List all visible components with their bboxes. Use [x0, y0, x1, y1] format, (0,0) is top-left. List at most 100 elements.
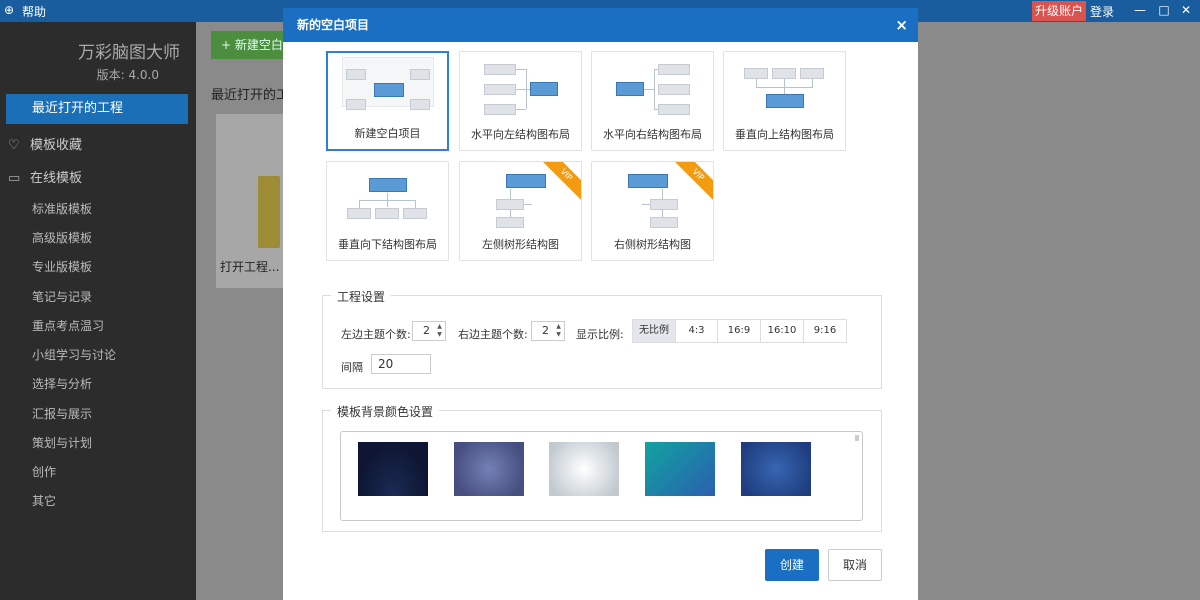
preview-line — [756, 87, 813, 88]
right-topics-value: 2 — [542, 324, 549, 337]
preview-line — [415, 200, 416, 208]
ratio-option-none[interactable]: 无比例 — [632, 319, 676, 343]
background-swatch-royal-blue[interactable] — [741, 442, 811, 496]
stepper-arrows-icon[interactable]: ▲ ▼ — [435, 323, 444, 339]
preview-node — [658, 64, 690, 75]
template-label: 左侧树形结构图 — [482, 238, 559, 251]
preview-node — [506, 174, 546, 188]
preview-node — [347, 208, 371, 219]
preview-node — [484, 104, 516, 115]
right-topics-label: 右边主题个数: — [458, 328, 528, 341]
preview-line — [812, 79, 813, 87]
sidebar-subitem[interactable]: 重点考点温习 — [32, 317, 104, 334]
new-blank-button[interactable]: + 新建空白 — [211, 31, 291, 59]
preview-node — [496, 217, 524, 228]
sidebar-subitem[interactable]: 策划与计划 — [32, 434, 92, 451]
scrollbar-thumb[interactable] — [855, 435, 859, 441]
left-topics-value: 2 — [423, 324, 430, 337]
folder-icon: ▭ — [8, 171, 21, 186]
template-vertical-down[interactable]: 垂直向下结构图布局 — [326, 161, 449, 261]
preview-node — [744, 68, 768, 79]
sidebar-subitem[interactable]: 高级版模板 — [32, 229, 92, 246]
background-swatch-light-gray[interactable] — [549, 442, 619, 496]
ratio-label: 显示比例: — [576, 328, 624, 341]
preview-node — [369, 178, 407, 192]
sidebar-subitem[interactable]: 其它 — [32, 492, 56, 509]
ratio-option-4-3[interactable]: 4:3 — [675, 319, 718, 343]
template-left-tree[interactable]: VIP 左侧树形结构图 — [459, 161, 582, 261]
template-right-tree[interactable]: VIP 右侧树形结构图 — [591, 161, 714, 261]
template-vertical-up[interactable]: 垂直向上结构图布局 — [723, 51, 846, 151]
app-version: 版本: 4.0.0 — [96, 68, 159, 82]
sidebar-item-online-templates[interactable]: ▭ 在线模板 — [8, 167, 82, 186]
preview-node — [650, 217, 678, 228]
heart-box-icon: ♡ — [8, 138, 20, 153]
background-swatch-purple-blue[interactable] — [454, 442, 524, 496]
sidebar-subitem[interactable]: 笔记与记录 — [32, 288, 92, 305]
left-topics-label: 左边主题个数: — [341, 328, 411, 341]
dialog-header: 新的空白项目 × — [283, 8, 918, 42]
pin-icon[interactable]: ⊕ — [4, 3, 14, 17]
sidebar-subitem[interactable]: 标准版模板 — [32, 200, 92, 217]
sidebar-subitem[interactable]: 选择与分析 — [32, 375, 92, 392]
preview-line — [756, 79, 757, 87]
preview-line — [642, 204, 650, 205]
preview-node — [346, 69, 366, 80]
background-swatch-teal-blue[interactable] — [645, 442, 715, 496]
sidebar-item-favorites[interactable]: ♡ 模板收藏 — [8, 134, 82, 153]
sidebar-subitem[interactable]: 专业版模板 — [32, 258, 92, 275]
create-button[interactable]: 创建 — [765, 549, 819, 581]
preview-node — [628, 174, 668, 188]
background-swatch-dark-navy[interactable] — [358, 442, 428, 496]
close-icon[interactable]: × — [895, 8, 908, 42]
preview-node — [658, 84, 690, 95]
preview-node — [658, 104, 690, 115]
open-project-card[interactable]: 打开工程... — [216, 114, 286, 288]
login-link[interactable]: 登录 — [1090, 3, 1114, 20]
help-menu[interactable]: 帮助 — [22, 3, 46, 20]
close-window-icon[interactable]: ✕ — [1178, 2, 1194, 18]
template-label: 新建空白项目 — [354, 127, 421, 140]
maximize-icon[interactable]: □ — [1156, 2, 1172, 18]
ratio-option-9-16[interactable]: 9:16 — [803, 319, 847, 343]
sidebar-subitem[interactable]: 小组学习与讨论 — [32, 346, 116, 363]
background-swatch-list[interactable] — [340, 431, 863, 521]
project-settings-legend: 工程设置 — [331, 288, 392, 305]
preview-node — [800, 68, 824, 79]
gap-label: 间隔 — [341, 361, 363, 374]
template-horizontal-left[interactable]: 水平向左结构图布局 — [459, 51, 582, 151]
ratio-option-16-10[interactable]: 16:10 — [760, 319, 804, 343]
preview-node — [410, 69, 430, 80]
preview-node — [772, 68, 796, 79]
preview-node — [484, 84, 516, 95]
preview-line — [516, 89, 526, 90]
dialog-title: 新的空白项目 — [297, 18, 370, 32]
ratio-option-16-9[interactable]: 16:9 — [717, 319, 761, 343]
preview-line — [359, 200, 360, 208]
upgrade-account-button[interactable]: 升级账户 — [1032, 1, 1087, 21]
sidebar-subitem[interactable]: 汇报与展示 — [32, 405, 92, 422]
preview-line — [516, 109, 526, 110]
right-topics-stepper[interactable]: 2 ▲ ▼ — [531, 321, 565, 341]
minimize-icon[interactable]: — — [1132, 2, 1148, 18]
cancel-button[interactable]: 取消 — [828, 549, 882, 581]
preview-node — [484, 64, 516, 75]
template-label: 水平向右结构图布局 — [603, 128, 702, 141]
open-project-label: 打开工程... — [220, 260, 280, 274]
sidebar-subitem[interactable]: 创作 — [32, 463, 56, 480]
preview-node — [346, 99, 366, 110]
stepper-arrows-icon[interactable]: ▲ ▼ — [554, 323, 563, 339]
template-label: 水平向左结构图布局 — [471, 128, 570, 141]
sidebar: 万彩脑图大师 版本: 4.0.0 最近打开的工程 ♡ 模板收藏 ▭ 在线模板 标准版… — [0, 22, 196, 600]
recent-projects-title: 最近打开的工 — [211, 88, 290, 103]
left-topics-stepper[interactable]: 2 ▲ ▼ — [412, 321, 446, 341]
sidebar-item-label: 在线模板 — [30, 171, 83, 186]
gap-input[interactable]: 20 — [371, 354, 431, 374]
template-horizontal-right[interactable]: 水平向右结构图布局 — [591, 51, 714, 151]
preview-node — [410, 99, 430, 110]
new-project-dialog: 新的空白项目 × 新建空白项目 水平向左结构图布局 水平向右结构图布局 垂直向上… — [283, 8, 918, 600]
template-label: 垂直向上结构图布局 — [735, 128, 834, 141]
preview-node — [766, 94, 804, 108]
template-blank-project[interactable]: 新建空白项目 — [326, 51, 449, 151]
sidebar-item-recent-projects[interactable]: 最近打开的工程 — [6, 94, 188, 124]
